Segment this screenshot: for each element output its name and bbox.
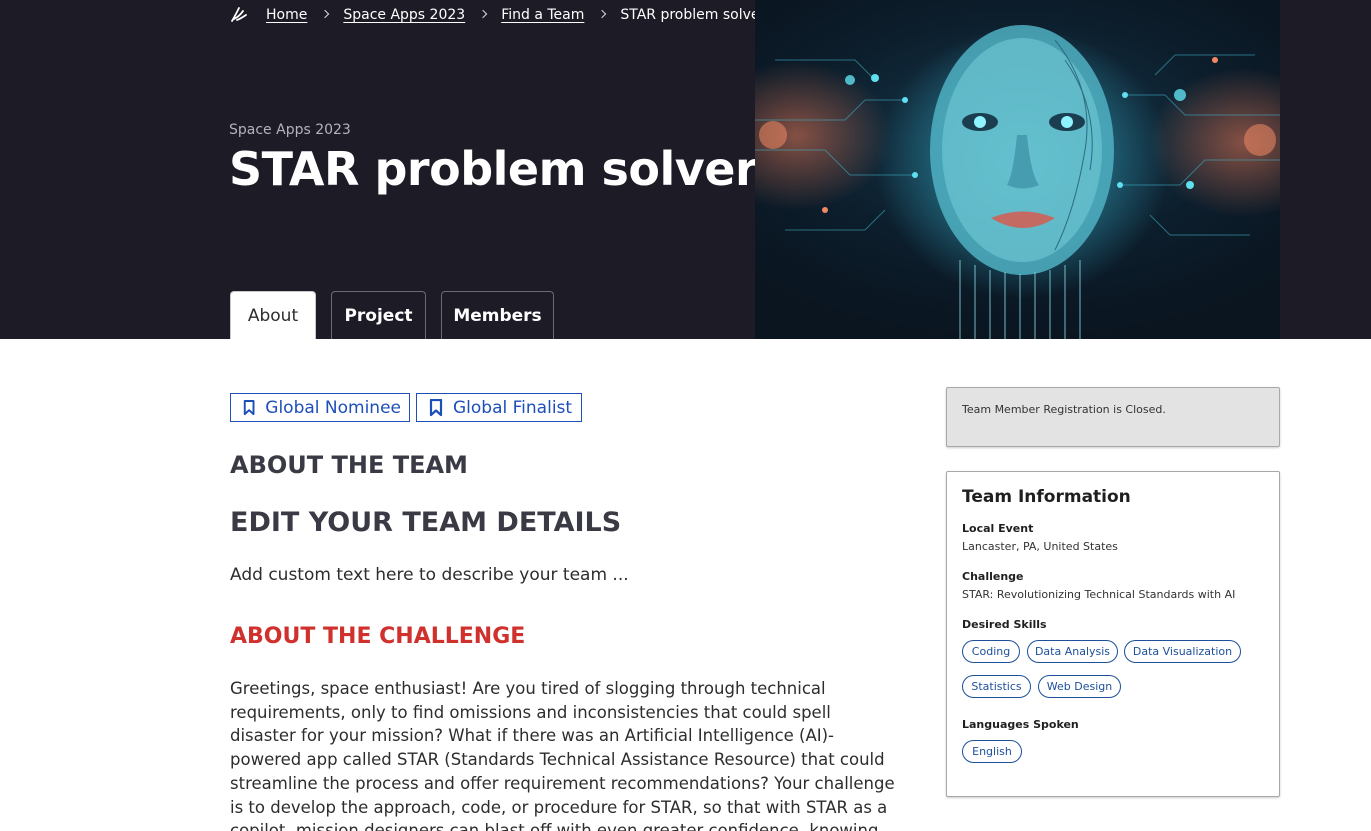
breadcrumb-current: STAR problem solvers xyxy=(620,7,773,23)
tab-members[interactable]: Members xyxy=(441,291,554,339)
chevron-right-icon xyxy=(321,9,330,19)
languages-spoken-label: Languages Spoken xyxy=(962,718,1079,731)
skill-chip-data-visualization[interactable]: Data Visualization xyxy=(1124,640,1241,663)
badge-label: Global Nominee xyxy=(265,397,401,418)
chevron-right-icon xyxy=(598,9,607,19)
skill-chip-data-analysis[interactable]: Data Analysis xyxy=(1027,640,1118,663)
breadcrumb: Home Space Apps 2023 Find a Team STAR pr… xyxy=(229,4,773,26)
edit-team-details-heading: EDIT YOUR TEAM DETAILS xyxy=(230,507,622,538)
challenge-label: Challenge xyxy=(962,570,1024,583)
page-title: STAR problem solvers xyxy=(229,142,785,196)
language-chip-english[interactable]: English xyxy=(962,740,1022,763)
bookmark-icon xyxy=(243,399,255,415)
hero-banner: Home Space Apps 2023 Find a Team STAR pr… xyxy=(0,0,1371,339)
breadcrumb-home-link[interactable]: Home xyxy=(266,7,307,23)
skill-chip-coding[interactable]: Coding xyxy=(962,640,1020,663)
global-finalist-badge[interactable]: Global Finalist xyxy=(416,393,582,422)
registration-status-box: Team Member Registration is Closed. xyxy=(946,387,1280,447)
breadcrumb-space-apps-link[interactable]: Space Apps 2023 xyxy=(343,7,465,23)
skill-chip-statistics[interactable]: Statistics xyxy=(962,675,1031,698)
bookmark-icon xyxy=(429,398,443,416)
team-hero-image xyxy=(755,0,1280,339)
registration-status-text: Team Member Registration is Closed. xyxy=(962,403,1166,416)
about-challenge-heading: ABOUT THE CHALLENGE xyxy=(230,624,526,649)
breadcrumb-find-team-link[interactable]: Find a Team xyxy=(501,7,584,23)
local-event-label: Local Event xyxy=(962,522,1034,535)
tab-about[interactable]: About xyxy=(230,291,316,339)
hero-eyebrow: Space Apps 2023 xyxy=(229,122,351,138)
challenge-description: Greetings, space enthusiast! Are you tir… xyxy=(230,679,895,831)
global-nominee-badge[interactable]: Global Nominee xyxy=(230,393,410,422)
local-event-value: Lancaster, PA, United States xyxy=(962,540,1118,553)
skill-chip-web-design[interactable]: Web Design xyxy=(1038,675,1121,698)
about-team-heading: ABOUT THE TEAM xyxy=(230,451,468,479)
team-information-title: Team Information xyxy=(962,487,1131,507)
space-apps-logo-icon[interactable] xyxy=(229,5,249,25)
badge-label: Global Finalist xyxy=(453,397,573,418)
team-description: Add custom text here to describe your te… xyxy=(230,565,629,585)
desired-skills-label: Desired Skills xyxy=(962,618,1047,631)
chevron-right-icon xyxy=(478,9,488,19)
challenge-value: STAR: Revolutionizing Technical Standard… xyxy=(962,588,1236,601)
team-information-panel: Team Information Local Event Lancaster, … xyxy=(946,471,1280,797)
tab-project[interactable]: Project xyxy=(331,291,426,339)
